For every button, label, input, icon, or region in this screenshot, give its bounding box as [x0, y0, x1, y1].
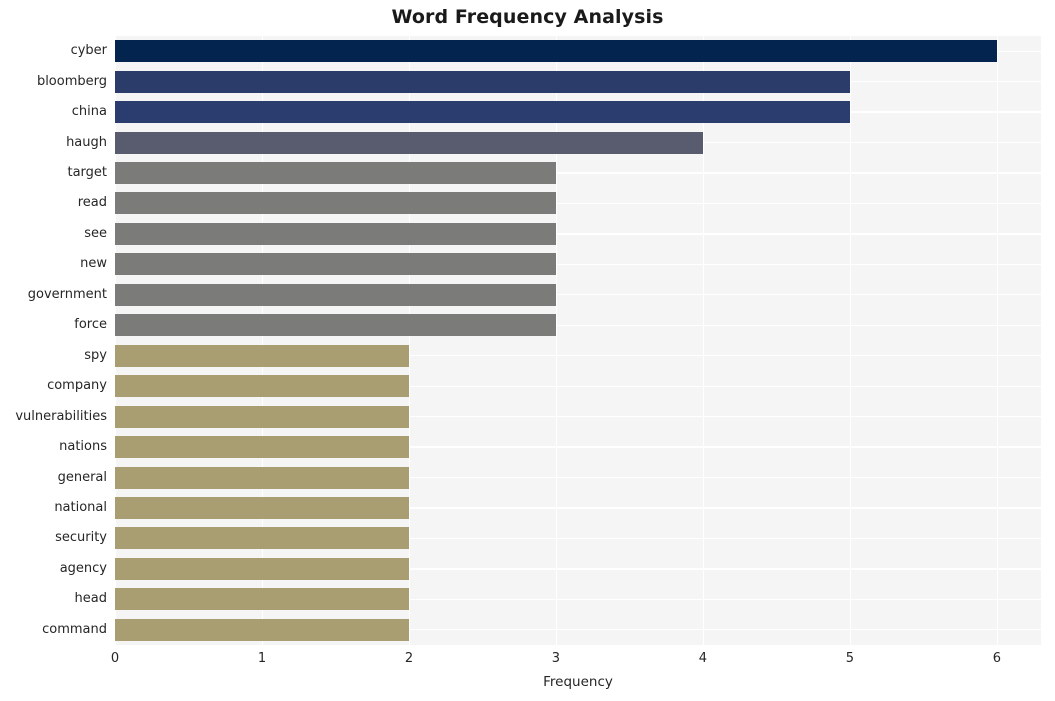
word-frequency-chart: Word Frequency Analysis cyber bloomberg ch…	[0, 0, 1055, 701]
y-tick-label-target: target	[67, 165, 107, 181]
bar-general	[115, 466, 409, 489]
x-tick-label-1: 1	[257, 651, 267, 666]
y-axis-tick-labels: cyber bloomberg china haugh target read see new…	[0, 36, 107, 645]
bar-spy	[115, 344, 409, 367]
y-tick-label-company: company	[47, 378, 107, 394]
gridline-vertical-5	[849, 36, 852, 645]
bar-vulnerabilities	[115, 405, 409, 428]
y-tick-label-head: head	[74, 591, 107, 607]
y-tick-label-haugh: haugh	[66, 134, 107, 150]
bar-head	[115, 588, 409, 611]
x-axis-tick-labels: 0 1 2 3 4 5 6	[111, 651, 1041, 671]
bar-china	[115, 101, 850, 124]
gridline-vertical-1	[261, 36, 264, 645]
bar-nations	[115, 436, 409, 459]
x-tick-label-2: 2	[404, 651, 414, 666]
x-tick-label-6: 6	[992, 651, 1002, 666]
bar-company	[115, 375, 409, 398]
y-tick-label-read: read	[77, 195, 107, 211]
y-tick-label-government: government	[27, 286, 107, 302]
y-tick-label-bloomberg: bloomberg	[36, 73, 107, 89]
x-tick-label-0: 0	[110, 651, 120, 666]
bar-read	[115, 192, 556, 215]
plot-area	[115, 36, 1041, 645]
gridline-vertical-3	[555, 36, 558, 645]
bar-new	[115, 253, 556, 276]
y-tick-label-national: national	[54, 499, 107, 515]
x-tick-label-4: 4	[698, 651, 708, 666]
bar-force	[115, 314, 556, 337]
y-tick-label-new: new	[80, 256, 107, 272]
x-tick-label-5: 5	[845, 651, 855, 666]
gridline-vertical-2	[408, 36, 411, 645]
y-tick-label-see: see	[84, 225, 107, 241]
gridline-vertical-0	[115, 36, 117, 645]
y-tick-label-china: china	[71, 104, 107, 120]
bar-government	[115, 283, 556, 306]
bar-command	[115, 618, 409, 641]
bar-security	[115, 527, 409, 550]
y-tick-label-cyber: cyber	[70, 43, 107, 59]
bar-bloomberg	[115, 70, 850, 93]
bar-cyber	[115, 40, 997, 63]
x-axis-label: Frequency	[543, 674, 613, 690]
bar-haugh	[115, 131, 703, 154]
gridline-vertical-4	[702, 36, 705, 645]
y-tick-label-general: general	[57, 469, 107, 485]
bar-agency	[115, 557, 409, 580]
bar-see	[115, 222, 556, 245]
y-tick-label-vulnerabilities: vulnerabilities	[15, 408, 107, 424]
bar-target	[115, 162, 556, 185]
y-tick-label-security: security	[55, 530, 107, 546]
y-tick-label-command: command	[42, 621, 107, 637]
y-tick-label-spy: spy	[84, 347, 107, 363]
x-tick-label-3: 3	[551, 651, 561, 666]
gridline-vertical-6	[996, 36, 999, 645]
chart-title: Word Frequency Analysis	[391, 6, 664, 28]
bar-national	[115, 496, 409, 519]
y-tick-label-nations: nations	[59, 439, 107, 455]
y-tick-label-agency: agency	[59, 560, 107, 576]
y-tick-label-force: force	[74, 317, 107, 333]
